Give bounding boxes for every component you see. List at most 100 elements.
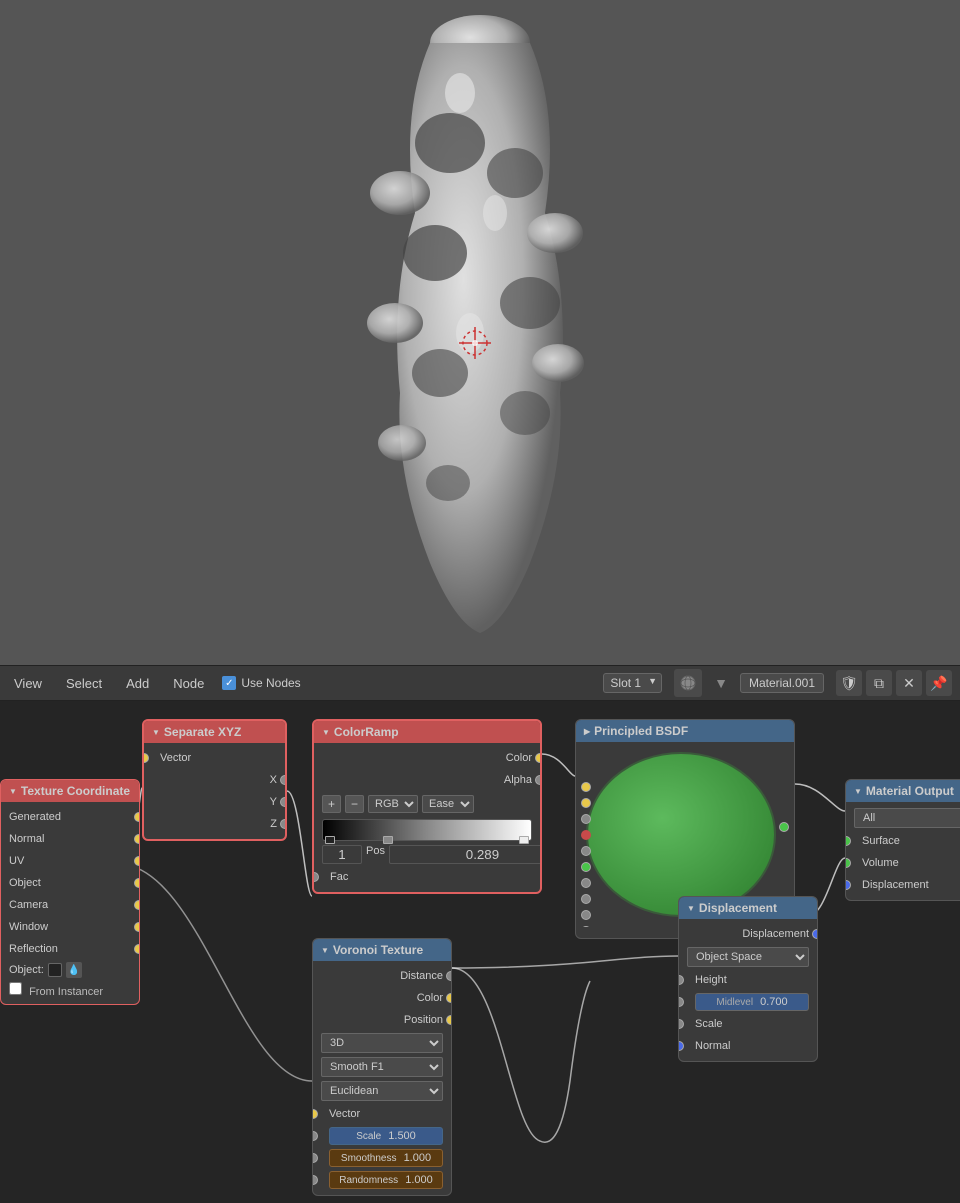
slot-dropdown[interactable]: Slot 1 ▼ <box>603 673 662 693</box>
socket-bsdf-out[interactable] <box>779 822 789 832</box>
colorramp-color-output: Color <box>314 747 540 769</box>
socket-voronoi-rand-in[interactable] <box>312 1175 318 1185</box>
socket-generated[interactable] <box>134 812 140 822</box>
socket-voronoi-color-out[interactable] <box>446 993 452 1003</box>
add-menu[interactable]: Add <box>120 674 155 693</box>
node-texcoord-body: Generated Normal UV Object Camera Window <box>1 802 139 1004</box>
ramp-mode-select[interactable]: RGB <box>368 795 418 813</box>
use-nodes-label: Use Nodes <box>241 676 300 690</box>
socket-principled-in-9[interactable] <box>581 910 591 920</box>
socket-voronoi-vector-in[interactable] <box>312 1109 318 1119</box>
close-icon[interactable]: ✕ <box>896 670 922 696</box>
node-colorramp[interactable]: ▼ ColorRamp Color Alpha + − RGB Ease <box>312 719 542 894</box>
3d-object-container <box>0 0 960 665</box>
socket-vector-in[interactable] <box>142 753 149 763</box>
node-separate-xyz-header: ▼ Separate XYZ <box>144 721 285 743</box>
separate-y-output: Y <box>144 791 285 813</box>
ramp-position-value[interactable] <box>389 845 542 864</box>
displacement-space-dropdown[interactable]: Object Space <box>687 947 809 967</box>
shield-icon[interactable]: 🛡 <box>836 670 862 696</box>
socket-principled-in-4[interactable] <box>581 830 591 840</box>
material-surface-input: Surface <box>846 830 960 852</box>
socket-principled-in-10[interactable] <box>581 926 591 927</box>
socket-distance-out[interactable] <box>446 971 452 981</box>
voronoi-position-output: Position <box>313 1009 451 1031</box>
ramp-stop-left[interactable] <box>325 836 335 844</box>
material-name-field[interactable]: Material.001 <box>740 673 824 693</box>
eyedropper-button[interactable]: 💧 <box>66 962 82 978</box>
voronoi-smoothness-field[interactable]: Smoothness 1.000 <box>329 1149 443 1167</box>
socket-displacement-out[interactable] <box>812 929 818 939</box>
socket-principled-in-8[interactable] <box>581 894 591 904</box>
node-voronoi-body: Distance Color Position 3D Smooth F1 Euc… <box>313 961 451 1195</box>
socket-object-out[interactable] <box>134 878 140 888</box>
colorramp-alpha-output: Alpha <box>314 769 540 791</box>
principled-output-socket[interactable] <box>779 822 789 832</box>
node-separate-xyz[interactable]: ▼ Separate XYZ Vector X Y Z <box>142 719 287 841</box>
voronoi-scale-field[interactable]: Scale 1.500 <box>329 1127 443 1145</box>
socket-reflection[interactable] <box>134 944 140 954</box>
socket-y-out[interactable] <box>280 797 287 807</box>
socket-principled-in-2[interactable] <box>581 798 591 808</box>
node-displacement[interactable]: ▼ Displacement Displacement Object Space… <box>678 896 818 1062</box>
socket-principled-in-1[interactable] <box>581 782 591 792</box>
socket-height-in[interactable] <box>678 975 684 985</box>
ramp-stop-mid[interactable] <box>383 836 393 844</box>
socket-normal[interactable] <box>134 834 140 844</box>
socket-principled-in-7[interactable] <box>581 878 591 888</box>
material-output-dropdown[interactable]: All <box>854 808 960 828</box>
socket-window[interactable] <box>134 922 140 932</box>
ramp-stop-right[interactable] <box>519 836 529 844</box>
pin-icon[interactable]: 📌 <box>926 670 952 696</box>
node-menu[interactable]: Node <box>167 674 210 693</box>
socket-principled-in-3[interactable] <box>581 814 591 824</box>
socket-uv[interactable] <box>134 856 140 866</box>
socket-surface-in[interactable] <box>845 836 851 846</box>
material-volume-input: Volume <box>846 852 960 874</box>
node-voronoi-texture[interactable]: ▼ Voronoi Texture Distance Color Positio… <box>312 938 452 1196</box>
ramp-add-btn[interactable]: + <box>322 795 341 813</box>
voronoi-dimension-select[interactable]: 3D <box>321 1033 443 1053</box>
node-material-output[interactable]: ▼ Material Output All Surface Volume Dis… <box>845 779 960 901</box>
use-nodes-toggle[interactable]: ✓ Use Nodes <box>222 676 300 690</box>
socket-normal-in[interactable] <box>678 1041 684 1051</box>
socket-z-out[interactable] <box>280 819 287 829</box>
node-editor-toolbar: View Select Add Node ✓ Use Nodes Slot 1 … <box>0 665 960 701</box>
socket-displacement-in[interactable] <box>845 880 851 890</box>
voronoi-distance-select[interactable]: Euclidean <box>321 1081 443 1101</box>
socket-position-out[interactable] <box>446 1015 452 1025</box>
socket-x-out[interactable] <box>280 775 287 785</box>
midlevel-field[interactable]: Midlevel 0.700 <box>695 993 809 1011</box>
ramp-remove-btn[interactable]: − <box>345 795 364 813</box>
voronoi-randomness-field[interactable]: Randomness 1.000 <box>329 1171 443 1189</box>
socket-principled-in-6[interactable] <box>581 862 591 872</box>
socket-scale-disp-in[interactable] <box>678 1019 684 1029</box>
colorramp-gradient-bar[interactable] <box>322 819 532 841</box>
socket-voronoi-scale-in[interactable] <box>312 1131 318 1141</box>
object-swatch[interactable] <box>48 963 62 977</box>
use-nodes-checkbox[interactable]: ✓ <box>222 676 236 690</box>
ramp-interp-select[interactable]: Ease <box>422 795 474 813</box>
socket-fac-in[interactable] <box>312 872 319 882</box>
socket-color-out[interactable] <box>535 753 542 763</box>
from-instancer-checkbox[interactable] <box>9 982 22 995</box>
node-displacement-body: Displacement Object Space Height Midleve… <box>679 919 817 1061</box>
socket-alpha-out[interactable] <box>535 775 542 785</box>
voronoi-feature-select[interactable]: Smooth F1 <box>321 1057 443 1077</box>
colorramp-fac-input: Fac <box>314 866 540 888</box>
socket-camera[interactable] <box>134 900 140 910</box>
3d-viewport[interactable] <box>0 0 960 665</box>
view-menu[interactable]: View <box>8 674 48 693</box>
ramp-index-field[interactable] <box>322 845 362 864</box>
voronoi-color-output: Color <box>313 987 451 1009</box>
3d-object-svg <box>340 13 620 653</box>
texcoord-object-row: Object: 💧 <box>1 960 139 980</box>
select-menu[interactable]: Select <box>60 674 108 693</box>
sphere-icon[interactable] <box>674 669 702 697</box>
socket-volume-in[interactable] <box>845 858 851 868</box>
copy-icon[interactable]: ⧉ <box>866 670 892 696</box>
socket-voronoi-smooth-in[interactable] <box>312 1153 318 1163</box>
socket-principled-in-5[interactable] <box>581 846 591 856</box>
socket-midlevel-in[interactable] <box>678 997 684 1007</box>
node-texture-coordinate[interactable]: ▼ Texture Coordinate Generated Normal UV… <box>0 779 140 1005</box>
